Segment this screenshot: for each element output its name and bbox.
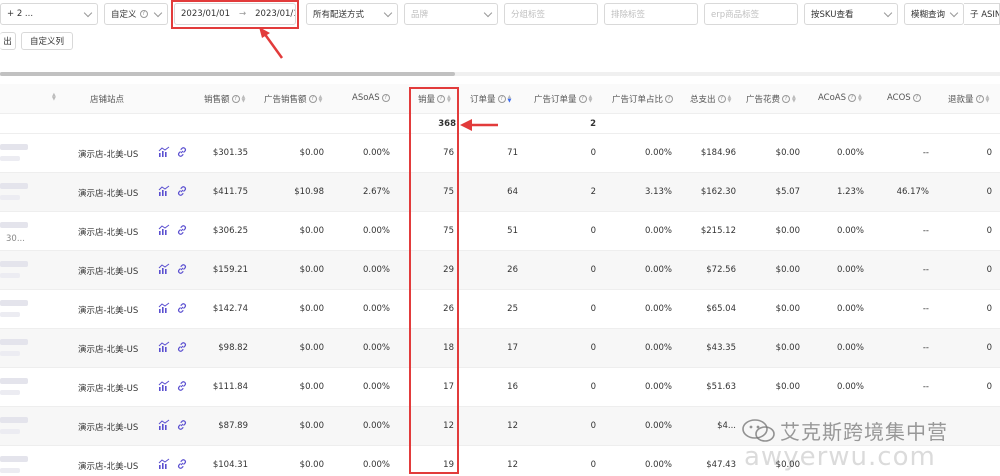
arrow-to-date-icon <box>259 27 284 59</box>
watermark: 艾克斯跨境集中营 awyerwu.com <box>720 412 1000 476</box>
watermark-name: 艾克斯跨境集中营 <box>780 420 948 444</box>
arrow-to-summary-icon <box>460 119 498 131</box>
wechat-icon <box>742 419 775 442</box>
annotation-arrows <box>259 27 498 131</box>
watermark-url: awyerwu.com <box>744 442 936 472</box>
